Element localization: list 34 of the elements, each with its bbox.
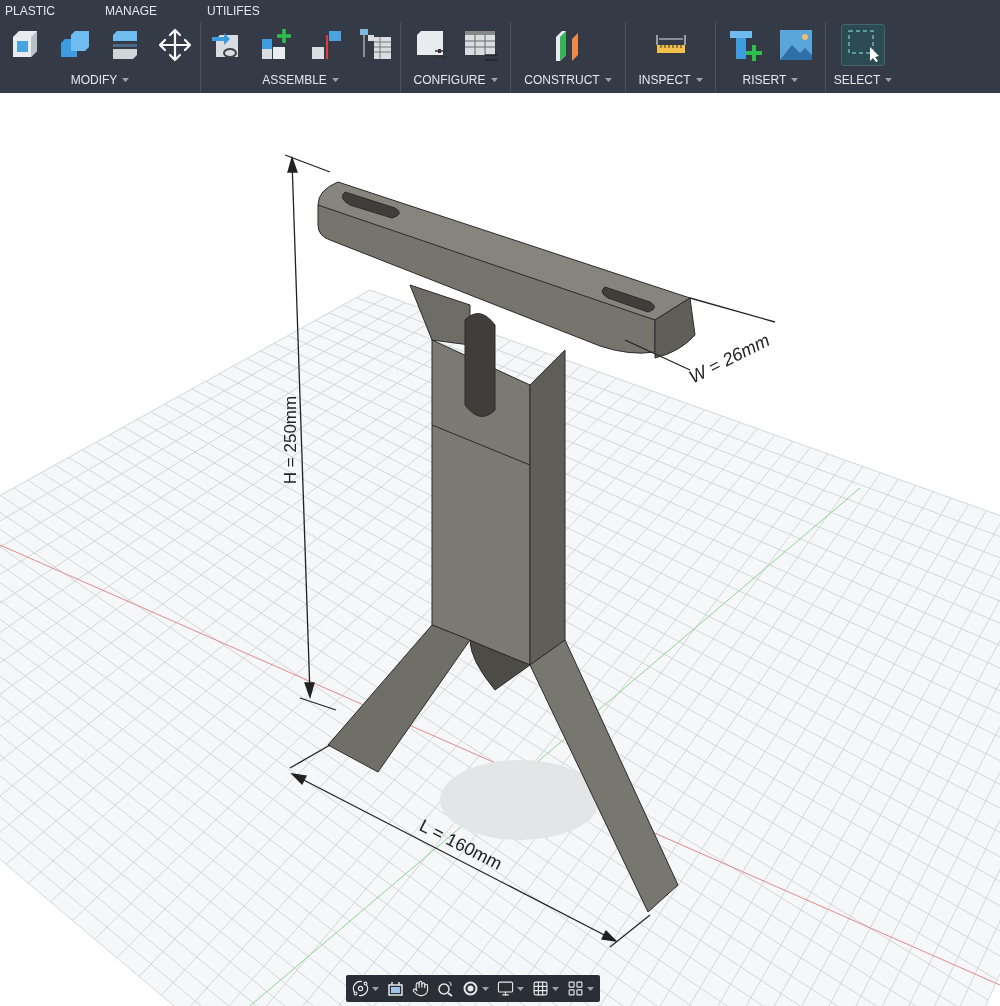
caret-icon bbox=[604, 78, 612, 82]
caret-icon bbox=[791, 78, 799, 82]
caret-icon bbox=[372, 986, 379, 991]
group-menu-button[interactable]: SELECT bbox=[833, 71, 893, 89]
display-mode-icon[interactable] bbox=[462, 980, 479, 997]
caret-icon bbox=[587, 986, 594, 991]
height-dimension-label: H = 250mm bbox=[281, 395, 300, 485]
monitor-icon[interactable] bbox=[497, 980, 514, 997]
toolbar-tab[interactable]: PLASTIC bbox=[5, 2, 105, 20]
move-icon[interactable] bbox=[157, 27, 193, 63]
toolbar-tab[interactable]: MANAGE bbox=[105, 2, 207, 20]
look-at-icon[interactable] bbox=[387, 980, 404, 997]
caret-icon bbox=[695, 78, 703, 82]
viewports-icon[interactable] bbox=[567, 980, 584, 997]
image-icon[interactable] bbox=[777, 27, 814, 63]
orbit-icon[interactable] bbox=[352, 980, 369, 997]
group-menu-button[interactable]: INSPECT bbox=[638, 71, 703, 89]
caret-icon bbox=[122, 78, 130, 82]
caret-icon bbox=[482, 986, 489, 991]
group-menu-button[interactable]: CONSTRUCT bbox=[524, 71, 612, 89]
caret-icon bbox=[517, 986, 524, 991]
hand-icon[interactable] bbox=[412, 980, 429, 997]
selection-icon[interactable] bbox=[845, 27, 881, 63]
group-menu-button[interactable]: RISERT bbox=[742, 71, 799, 89]
toolbar-tab[interactable]: UTILIFES bbox=[207, 2, 309, 20]
group-menu-button[interactable]: ASSEMBLE bbox=[262, 71, 339, 89]
group-menu-button[interactable]: CONFIGURE bbox=[413, 71, 498, 89]
grid-icon[interactable] bbox=[532, 980, 549, 997]
caret-icon bbox=[885, 78, 893, 82]
caret-icon bbox=[552, 986, 559, 991]
caret-icon bbox=[490, 78, 498, 82]
zoom-icon[interactable] bbox=[437, 980, 454, 997]
group-menu-button[interactable]: MODIFY bbox=[70, 71, 130, 89]
caret-icon bbox=[331, 78, 339, 82]
